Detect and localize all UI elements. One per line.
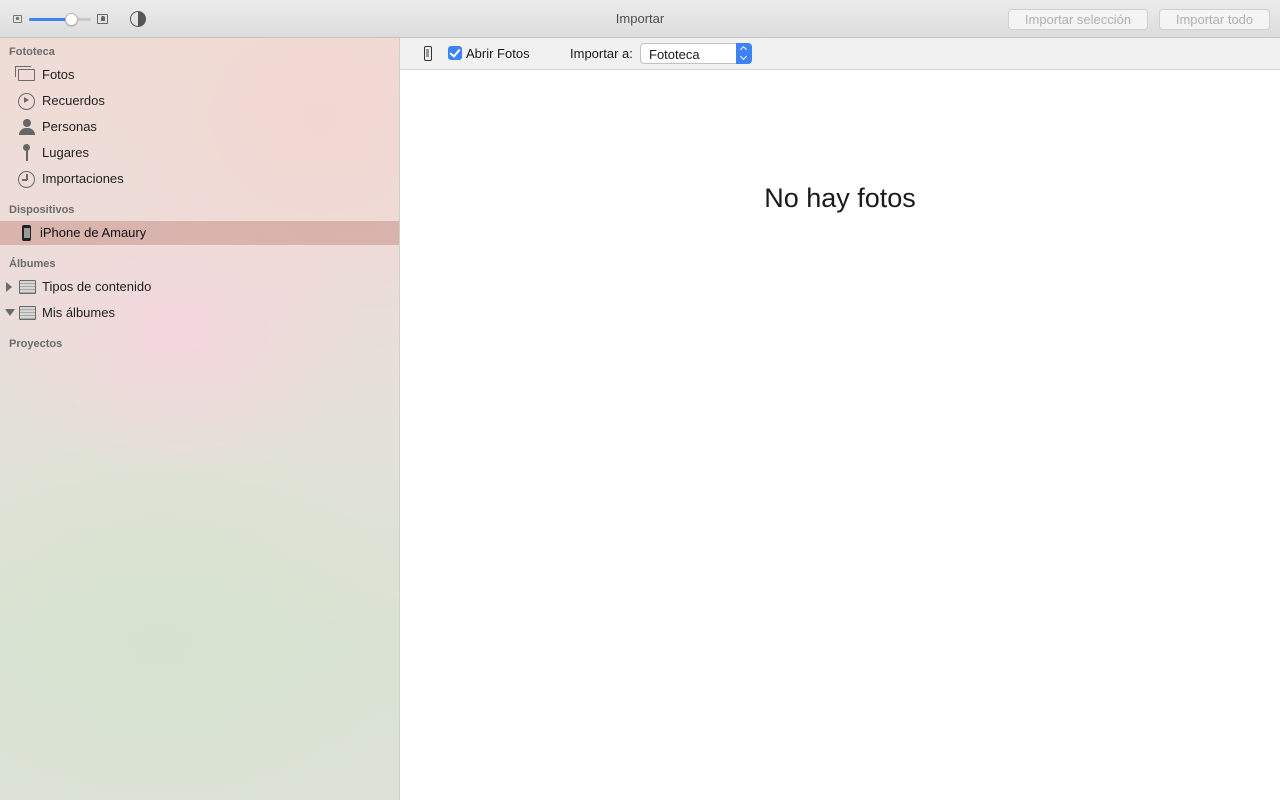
main-content: Abrir Fotos Importar a: Fototeca No hay … bbox=[400, 38, 1280, 800]
sidebar-item-label: Lugares bbox=[42, 145, 89, 160]
import-options-bar: Abrir Fotos Importar a: Fototeca bbox=[400, 38, 1280, 70]
sidebar-item-my-albums[interactable]: Mis álbumes bbox=[0, 301, 399, 325]
places-icon bbox=[23, 144, 31, 162]
import-all-button[interactable]: Importar todo bbox=[1159, 9, 1270, 30]
section-library-heading: Fototeca bbox=[9, 46, 55, 58]
sidebar-item-iphone[interactable]: iPhone de Amaury bbox=[0, 221, 399, 245]
section-devices-heading: Dispositivos bbox=[9, 204, 75, 216]
open-photos-label[interactable]: Abrir Fotos bbox=[466, 46, 530, 61]
iphone-icon bbox=[424, 46, 432, 61]
window-toolbar: Importar Importar selección Importar tod… bbox=[0, 0, 1280, 38]
sidebar-item-people[interactable]: Personas bbox=[0, 115, 399, 139]
sidebar-item-label: Importaciones bbox=[42, 171, 124, 186]
import-to-label: Importar a: bbox=[570, 46, 633, 61]
select-arrows-icon bbox=[736, 43, 752, 64]
sidebar-item-label: Recuerdos bbox=[42, 93, 105, 108]
sidebar-item-imports[interactable]: Importaciones bbox=[0, 167, 399, 191]
open-photos-checkbox[interactable] bbox=[448, 46, 462, 60]
sidebar-item-photos[interactable]: Fotos bbox=[0, 63, 399, 87]
memories-icon bbox=[18, 93, 35, 110]
import-destination-select[interactable]: Fototeca bbox=[640, 43, 752, 64]
sidebar-item-memories[interactable]: Recuerdos bbox=[0, 89, 399, 113]
empty-state-message: No hay fotos bbox=[764, 183, 916, 213]
import-selection-button[interactable]: Importar selección bbox=[1008, 9, 1148, 30]
sidebar-item-label: Tipos de contenido bbox=[42, 279, 152, 294]
sidebar-item-places[interactable]: Lugares bbox=[0, 141, 399, 165]
sidebar-item-label: Mis álbumes bbox=[42, 305, 115, 320]
photos-icon bbox=[15, 66, 35, 81]
section-albums-heading: Álbumes bbox=[9, 258, 56, 270]
folder-icon bbox=[19, 280, 36, 294]
imports-icon bbox=[18, 171, 35, 188]
import-destination-value: Fototeca bbox=[649, 47, 700, 62]
people-icon bbox=[19, 119, 35, 135]
folder-icon bbox=[19, 306, 36, 320]
disclosure-triangle-collapsed-icon[interactable] bbox=[6, 282, 12, 292]
sidebar-item-label: Fotos bbox=[42, 67, 75, 82]
section-projects-heading[interactable]: Proyectos bbox=[9, 338, 62, 350]
iphone-icon bbox=[22, 225, 31, 241]
sidebar-item-label: Personas bbox=[42, 119, 97, 134]
sidebar-item-label: iPhone de Amaury bbox=[40, 225, 147, 240]
sidebar-item-content-types[interactable]: Tipos de contenido bbox=[0, 275, 399, 299]
disclosure-triangle-expanded-icon[interactable] bbox=[5, 309, 15, 316]
sidebar: Fototeca Fotos Recuerdos Personas Lugare… bbox=[0, 38, 400, 800]
